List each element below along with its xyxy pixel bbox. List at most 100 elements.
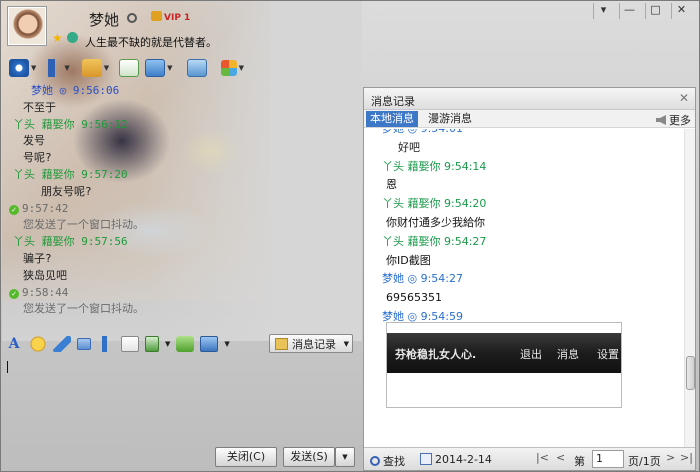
- history-message-header: 梦她 ◎ 9:54:27: [382, 272, 463, 286]
- scrollbar-thumb[interactable]: [686, 356, 695, 390]
- date-picker[interactable]: 2014-2-14: [420, 453, 492, 466]
- font-icon[interactable]: A: [5, 336, 23, 352]
- send-options-chevron-down-icon[interactable]: ▼: [335, 447, 355, 467]
- folder-icon[interactable]: [81, 59, 102, 77]
- chevron-down-icon[interactable]: ▼: [239, 64, 244, 72]
- menu-dropdown-button[interactable]: ▾: [593, 3, 613, 19]
- chat-line-text: 您发送了一个窗口抖动。: [23, 302, 144, 316]
- screen-share-icon[interactable]: [145, 59, 166, 77]
- history-footer: 查找 2014-2-14 |< < 第 1 页/1页 > >|: [364, 447, 695, 470]
- chevron-down-icon[interactable]: ▼: [344, 340, 349, 348]
- message-history-panel: 消息记录 ✕ 本地消息 漫游消息 更多 梦她 ◎ 9:54:01好吧丫头 藉娶你…: [363, 87, 696, 471]
- message-history-button[interactable]: 消息记录 ▼: [269, 334, 353, 353]
- history-message-text: 你财付通多少我給你: [386, 215, 485, 229]
- history-screenshot-image[interactable]: 芬枪稳扎女人心. 退出 消息 设置: [386, 322, 622, 408]
- send-button[interactable]: 发送(S): [283, 447, 335, 467]
- minimize-button[interactable]: —: [619, 3, 639, 19]
- chat-transcript: 梦她 ◎ 9:56:06 不至于丫头 藉娶你 9:56:12 发号 号呢? 丫头 藉娶你…: [9, 83, 359, 318]
- date-label: 2014-2-14: [435, 453, 492, 466]
- photo-icon[interactable]: [186, 59, 207, 77]
- chat-line-text: 不至于: [23, 100, 56, 114]
- chat-window: ▾ — □ ✕ 梦她 VIP 1 ★ 人生最不缺的就是代替者。 ▼ ▼ ▼ ▼ …: [0, 0, 700, 472]
- search-button[interactable]: 查找: [370, 453, 405, 469]
- tab-local-messages[interactable]: 本地消息: [366, 111, 418, 127]
- signature-icon: [67, 32, 78, 43]
- chat-line-text: 梦她 ◎ 9:56:06: [31, 84, 120, 97]
- file-add-icon[interactable]: [119, 59, 140, 77]
- chat-message-header: 丫头 藉娶你 9:57:20: [9, 167, 359, 184]
- chat-line-text: 朋友号呢?: [41, 184, 92, 198]
- microphone-icon[interactable]: [42, 59, 63, 77]
- mic-icon[interactable]: [97, 336, 115, 352]
- handwrite-icon[interactable]: [121, 336, 139, 352]
- next-page-icon[interactable]: >: [666, 451, 675, 464]
- chat-line-text: 您发送了一个窗口抖动。: [23, 218, 144, 232]
- chat-message-header: 丫头 藉娶你 9:56:12: [9, 117, 359, 134]
- page-input[interactable]: 1: [592, 450, 624, 468]
- history-message-header: 丫头 藉娶你 9:54:27: [382, 234, 487, 248]
- message-input[interactable]: [5, 356, 357, 441]
- chat-message-text: 发号: [9, 133, 359, 150]
- chat-line-text: 骗子?: [23, 251, 52, 265]
- chat-message-header: 梦她 ◎ 9:56:06: [9, 83, 359, 100]
- chat-message-text: 朋友号呢?: [9, 184, 359, 201]
- more-button[interactable]: 更多: [656, 112, 691, 128]
- history-button-label: 消息记录: [292, 337, 336, 351]
- chevron-down-icon[interactable]: ▼: [167, 64, 172, 72]
- last-page-icon[interactable]: >|: [680, 451, 693, 464]
- history-message-header: 梦她 ◎ 9:54:01: [364, 129, 684, 139]
- search-label: 查找: [383, 455, 405, 468]
- image-icon[interactable]: [145, 336, 159, 352]
- avatar[interactable]: [8, 7, 46, 45]
- chevron-down-icon[interactable]: ▼: [64, 64, 69, 72]
- maximize-button[interactable]: □: [645, 3, 665, 19]
- chat-line-text: 9:57:42: [22, 201, 69, 215]
- history-scrollbar[interactable]: [684, 129, 695, 447]
- history-message-text: 69565351: [386, 291, 442, 305]
- history-message-text: 你ID截图: [386, 253, 431, 267]
- shake-icon[interactable]: [53, 336, 71, 352]
- close-button[interactable]: 关闭(C): [215, 447, 277, 467]
- speaker-icon[interactable]: [656, 115, 666, 125]
- page-suffix: 页/1页: [628, 455, 661, 468]
- check-icon: ✓: [9, 204, 19, 215]
- vip-badge[interactable]: VIP 1: [151, 11, 190, 23]
- history-message-header: 丫头 藉娶你 9:54:14: [382, 159, 487, 173]
- apps-icon[interactable]: [220, 60, 237, 76]
- chat-line-text: 9:58:44: [22, 285, 69, 299]
- music-icon[interactable]: [176, 336, 195, 352]
- crown-icon: [151, 11, 162, 21]
- voice-message-icon[interactable]: [77, 338, 91, 350]
- chat-line-text: 号呢?: [23, 151, 52, 165]
- chat-message-header: 丫头 藉娶你 9:57:56: [9, 234, 359, 251]
- more-label: 更多: [669, 114, 691, 127]
- calendar-icon: [420, 453, 432, 465]
- vip-label: VIP 1: [164, 13, 191, 23]
- check-icon: ✓: [9, 288, 19, 299]
- chevron-down-icon[interactable]: ▼: [31, 64, 36, 72]
- camera-icon[interactable]: [9, 59, 29, 77]
- chevron-down-icon[interactable]: ▼: [104, 64, 109, 72]
- star-icon[interactable]: ★: [52, 31, 63, 45]
- screenshot-icon[interactable]: [200, 336, 219, 352]
- chat-message-text: 号呢?: [9, 150, 359, 167]
- screenshot-text: 芬枪稳扎女人心.: [395, 348, 477, 361]
- call-toolbar: ▼ ▼ ▼ ▼ ▼: [9, 57, 250, 79]
- chat-message-text: 不至于: [9, 100, 359, 117]
- screenshot-text: 设置: [597, 348, 619, 361]
- history-message-header: 丫头 藉娶你 9:54:20: [382, 197, 487, 211]
- search-icon: [370, 456, 380, 466]
- close-window-button[interactable]: ✕: [671, 3, 691, 19]
- history-message-text: 恩: [386, 178, 397, 192]
- system-notice: ✓ 9:57:42: [9, 201, 359, 218]
- emoji-icon[interactable]: [29, 336, 47, 352]
- prev-page-icon[interactable]: <: [556, 451, 565, 464]
- contact-name: 梦她: [89, 11, 120, 29]
- close-icon[interactable]: ✕: [679, 91, 689, 105]
- history-icon: [275, 337, 288, 350]
- tab-roaming-messages[interactable]: 漫游消息: [424, 111, 476, 127]
- system-notice: 您发送了一个窗口抖动。: [9, 301, 359, 318]
- text-cursor: [7, 361, 8, 373]
- first-page-icon[interactable]: |<: [536, 451, 549, 464]
- history-message-text: 好吧: [398, 140, 420, 154]
